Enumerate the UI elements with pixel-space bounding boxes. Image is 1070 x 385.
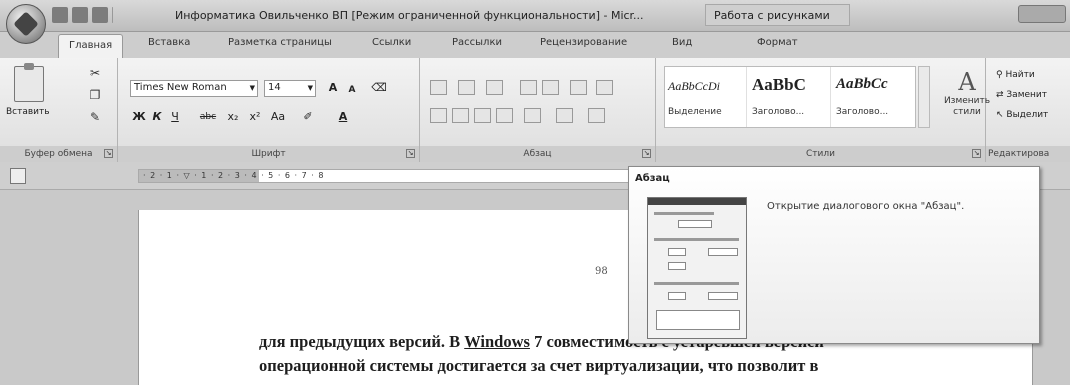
change-case-button[interactable]: Aa — [268, 108, 288, 126]
shrink-font-button[interactable]: A — [344, 81, 360, 99]
tab-page-layout[interactable]: Разметка страницы — [228, 37, 332, 48]
context-tab-picture-tools: Работа с рисунками — [705, 4, 850, 26]
copy-icon[interactable]: ❐ — [88, 88, 102, 102]
save-icon[interactable] — [52, 7, 68, 23]
paste-button-label[interactable]: Вставить — [6, 107, 50, 117]
dialog-preview-thumbnail — [647, 197, 747, 339]
grow-font-button[interactable]: A — [324, 79, 342, 97]
editing-group-label: Редактирова — [988, 149, 1050, 159]
paragraph-tooltip: Абзац Открытие диалогового окна "Абзац". — [628, 166, 1040, 344]
redo-icon[interactable] — [92, 7, 108, 23]
font-name-combo[interactable]: Times New Roman ▼ — [130, 80, 258, 97]
font-size-value: 14 — [268, 82, 281, 93]
font-group: Times New Roman ▼ 14 ▼ A A ⌫ Ж К Ч abc x₂ … — [118, 58, 420, 162]
sort-icon[interactable] — [570, 80, 587, 95]
tooltip-description: Открытие диалогового окна "Абзац". — [767, 201, 965, 212]
tab-mailings[interactable]: Рассылки — [452, 37, 502, 48]
window-controls[interactable] — [1018, 5, 1066, 23]
tab-review[interactable]: Рецензирование — [540, 37, 627, 48]
styles-group: AaBbCcDi Выделение AaBbC Заголово... AaB… — [656, 58, 990, 162]
justify-icon[interactable] — [496, 108, 513, 123]
quick-access-toolbar — [52, 7, 113, 23]
replace-button[interactable]: ⇄ Заменит — [996, 90, 1047, 100]
format-painter-icon[interactable]: ✎ — [88, 110, 102, 124]
style-sample: AaBbCc — [836, 76, 888, 92]
ribbon: Вставить ✂ ❐ ✎ Буфер обмена ↘ Times New … — [0, 58, 1070, 162]
clear-format-icon[interactable]: ⌫ — [370, 79, 388, 97]
style-sample: AaBbC — [752, 75, 806, 94]
style-name: Заголово... — [752, 107, 805, 117]
select-button[interactable]: ↖ Выделит — [996, 110, 1048, 120]
decrease-indent-icon[interactable] — [520, 80, 537, 95]
style-card[interactable]: AaBbC Заголово... — [749, 67, 831, 127]
page-number: 98 — [595, 266, 608, 277]
numbering-icon[interactable] — [458, 80, 475, 95]
clipboard-group-label: Буфер обмена — [24, 149, 93, 159]
windows-link[interactable]: Windows — [464, 332, 530, 351]
paragraph-group: Абзац ↘ — [420, 58, 656, 162]
cut-icon[interactable]: ✂ — [88, 66, 102, 80]
underline-button[interactable]: Ч — [168, 108, 182, 126]
borders-icon[interactable] — [588, 108, 605, 123]
paragraph-group-label: Абзац — [523, 149, 552, 159]
superscript-button[interactable]: x² — [246, 108, 264, 126]
highlight-icon[interactable]: ✐ — [298, 108, 318, 126]
tab-references[interactable]: Ссылки — [372, 37, 411, 48]
styles-launcher-icon[interactable]: ↘ — [972, 149, 981, 158]
undo-icon[interactable] — [72, 7, 88, 23]
tab-view[interactable]: Вид — [672, 37, 692, 48]
clipboard-group: Вставить ✂ ❐ ✎ Буфер обмена ↘ — [0, 58, 118, 162]
strikethrough-button[interactable]: abc — [196, 108, 220, 126]
find-button[interactable]: ⚲ Найти — [996, 70, 1035, 80]
styles-group-label: Стили — [806, 149, 835, 159]
style-card[interactable]: AaBbCcDi Выделение — [665, 67, 747, 127]
italic-button[interactable]: К — [150, 108, 164, 126]
show-marks-icon[interactable] — [596, 80, 613, 95]
bullets-icon[interactable] — [430, 80, 447, 95]
office-logo-icon — [13, 11, 39, 37]
style-card[interactable]: AaBbCc Заголово... — [833, 67, 915, 127]
window-title: Информатика Овильченко ВП [Режим огранич… — [175, 9, 644, 22]
align-right-icon[interactable] — [474, 108, 491, 123]
tooltip-title: Абзац — [635, 173, 670, 184]
ruler-toggle-icon[interactable] — [10, 168, 26, 184]
font-group-label: Шрифт — [251, 149, 286, 159]
chevron-down-icon: ▼ — [307, 84, 313, 92]
gallery-scrollbar[interactable] — [918, 66, 930, 128]
align-left-icon[interactable] — [430, 108, 447, 123]
editing-group: ⚲ Найти ⇄ Заменит ↖ Выделит Редактирова — [986, 58, 1070, 162]
shading-icon[interactable] — [556, 108, 573, 123]
document-line: операционной системы достигается за счет… — [259, 356, 819, 375]
tab-insert[interactable]: Вставка — [148, 37, 190, 48]
ruler-numbers: · 2 · 1 · ▽ · 1 · 2 · 3 · 4 · 5 · 6 · 7 … — [143, 171, 325, 180]
paste-icon[interactable] — [14, 63, 44, 102]
title-bar: Информатика Овильченко ВП [Режим огранич… — [0, 0, 1070, 32]
align-center-icon[interactable] — [452, 108, 469, 123]
chevron-down-icon: ▼ — [249, 84, 255, 92]
font-name-value: Times New Roman — [134, 82, 227, 93]
clipboard-launcher-icon[interactable]: ↘ — [104, 149, 113, 158]
style-name: Выделение — [668, 107, 722, 117]
office-button[interactable] — [6, 4, 46, 44]
tab-format[interactable]: Формат — [757, 37, 798, 48]
font-launcher-icon[interactable]: ↘ — [406, 149, 415, 158]
multilevel-list-icon[interactable] — [486, 80, 503, 95]
style-name: Заголово... — [836, 107, 889, 117]
cursor-icon: ↖ — [996, 110, 1007, 120]
horizontal-ruler[interactable]: · 2 · 1 · ▽ · 1 · 2 · 3 · 4 · 5 · 6 · 7 … — [138, 169, 638, 183]
font-color-button[interactable]: A — [334, 108, 352, 126]
styles-gallery[interactable]: AaBbCcDi Выделение AaBbC Заголово... AaB… — [664, 66, 916, 128]
increase-indent-icon[interactable] — [542, 80, 559, 95]
replace-icon: ⇄ — [996, 90, 1007, 100]
line-spacing-icon[interactable] — [524, 108, 541, 123]
bold-button[interactable]: Ж — [132, 108, 146, 126]
qat-separator — [112, 7, 113, 23]
subscript-button[interactable]: x₂ — [224, 108, 242, 126]
style-sample: AaBbCcDi — [668, 79, 720, 93]
ribbon-tabs: Главная Вставка Разметка страницы Ссылки… — [0, 32, 1070, 58]
font-size-combo[interactable]: 14 ▼ — [264, 80, 316, 97]
paragraph-launcher-icon[interactable]: ↘ — [642, 149, 651, 158]
tab-home[interactable]: Главная — [58, 34, 124, 58]
